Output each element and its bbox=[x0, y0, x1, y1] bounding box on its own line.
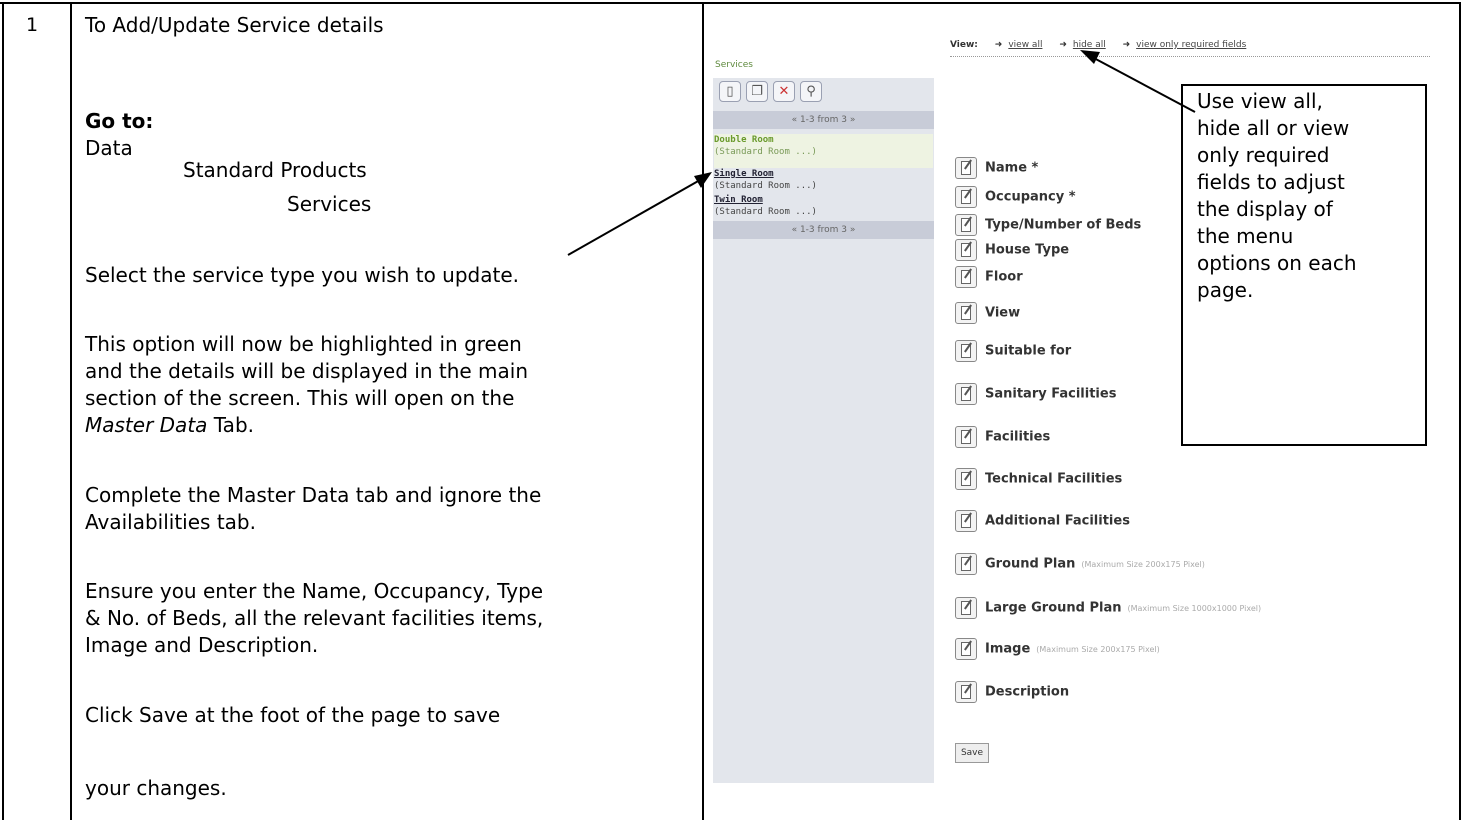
callout-text: Use view all, hide all or view only requ… bbox=[1197, 88, 1427, 304]
edit-icon[interactable] bbox=[955, 681, 977, 703]
tab-suffix: Tab. bbox=[207, 413, 254, 437]
field-name[interactable]: Name * bbox=[955, 157, 1038, 181]
arrow-right-icon: ➜ bbox=[1059, 40, 1067, 50]
copy-icon[interactable]: ❐ bbox=[746, 81, 768, 102]
path-level-1: Data bbox=[85, 136, 133, 160]
field-size-note: (Maximum Size 200x175 Pixel) bbox=[1036, 644, 1160, 654]
field-large-ground-plan[interactable]: Large Ground Plan (Maximum Size 1000x1000… bbox=[955, 597, 1261, 621]
edit-icon[interactable] bbox=[955, 214, 977, 236]
complete-line-1: Complete the Master Data tab and ignore … bbox=[85, 483, 542, 507]
path-level-3: Services bbox=[287, 192, 372, 216]
ensure-line-1: Ensure you enter the Name, Occupancy, Ty… bbox=[85, 579, 544, 603]
pager-top[interactable]: « 1-3 from 3 » bbox=[713, 111, 934, 129]
field-facilities[interactable]: Facilities bbox=[955, 426, 1050, 450]
edit-icon[interactable] bbox=[955, 186, 977, 208]
callout-line: only required bbox=[1197, 143, 1330, 167]
highlight-line-2: and the details will be displayed in the… bbox=[85, 359, 529, 383]
arrow-right-icon: ➜ bbox=[1122, 40, 1131, 50]
save-line-2: your changes. bbox=[85, 776, 227, 800]
search-icon[interactable]: ⚲ bbox=[800, 81, 822, 102]
ensure-line-2: & No. of Beds, all the relevant faciliti… bbox=[85, 606, 544, 630]
edit-icon[interactable] bbox=[955, 157, 977, 179]
field-ground-plan[interactable]: Ground Plan (Maximum Size 200x175 Pixel) bbox=[955, 553, 1205, 577]
highlight-line-3: section of the screen. This will open on… bbox=[85, 386, 515, 410]
services-sidebar: ▯ ❐ ✕ ⚲ « 1-3 from 3 » Double Room (Stan… bbox=[713, 78, 934, 783]
highlight-line-1: This option will now be highlighted in g… bbox=[85, 332, 522, 356]
step-number: 1 bbox=[26, 14, 39, 36]
room-category: (Standard Room ...) bbox=[714, 207, 817, 217]
view-required-link[interactable]: view only required fields bbox=[1136, 40, 1246, 50]
ensure-line-3: Image and Description. bbox=[85, 633, 319, 657]
table-right-border bbox=[1459, 2, 1461, 820]
field-sanitary-facilities[interactable]: Sanitary Facilities bbox=[955, 383, 1116, 407]
field-image[interactable]: Image (Maximum Size 200x175 Pixel) bbox=[955, 638, 1160, 662]
edit-icon[interactable] bbox=[955, 266, 977, 288]
edit-icon[interactable] bbox=[955, 340, 977, 362]
edit-icon[interactable] bbox=[955, 302, 977, 324]
arrow-right-icon: ➜ bbox=[994, 40, 1003, 50]
field-size-note: (Maximum Size 200x175 Pixel) bbox=[1081, 559, 1205, 569]
sidebar-title: Services bbox=[715, 60, 753, 70]
save-line-1: Click Save at the foot of the page to sa… bbox=[85, 703, 501, 727]
field-technical-facilities[interactable]: Technical Facilities bbox=[955, 468, 1122, 492]
view-label: View: bbox=[950, 40, 978, 50]
field-house-type[interactable]: House Type bbox=[955, 239, 1069, 263]
room-category: (Standard Room ...) bbox=[714, 181, 817, 191]
view-all-link[interactable]: view all bbox=[1008, 40, 1042, 50]
edit-icon[interactable] bbox=[955, 553, 977, 575]
callout-line: hide all or view bbox=[1197, 116, 1350, 140]
field-floor[interactable]: Floor bbox=[955, 266, 1023, 290]
field-size-note: (Maximum Size 1000x1000 Pixel) bbox=[1127, 603, 1262, 613]
path-level-2: Standard Products bbox=[183, 158, 367, 182]
callout-line: the display of bbox=[1197, 197, 1333, 221]
edit-icon[interactable] bbox=[955, 383, 977, 405]
tab-name-master-data: Master Data bbox=[85, 413, 208, 437]
callout-line: options on each bbox=[1197, 251, 1357, 275]
new-icon[interactable]: ▯ bbox=[719, 81, 741, 102]
edit-icon[interactable] bbox=[955, 239, 977, 261]
room-name: Double Room bbox=[714, 135, 774, 145]
pager-bottom[interactable]: « 1-3 from 3 » bbox=[713, 221, 934, 239]
instruction-title: To Add/Update Service details bbox=[85, 13, 384, 37]
callout-line: Use view all, bbox=[1197, 89, 1323, 113]
select-instruction: Select the service type you wish to upda… bbox=[85, 263, 520, 287]
save-button[interactable]: Save bbox=[955, 743, 989, 763]
field-type-number-of-beds[interactable]: Type/Number of Beds bbox=[955, 214, 1141, 238]
callout-line: fields to adjust bbox=[1197, 170, 1345, 194]
content-column-divider bbox=[702, 2, 704, 820]
number-column-divider bbox=[70, 2, 72, 820]
field-occupancy[interactable]: Occupancy * bbox=[955, 186, 1076, 210]
callout-line: page. bbox=[1197, 278, 1254, 302]
room-name: Single Room bbox=[714, 169, 774, 179]
table-top-border bbox=[0, 2, 1461, 4]
field-description[interactable]: Description bbox=[955, 681, 1069, 705]
table-left-border bbox=[2, 2, 4, 820]
room-category: (Standard Room ...) bbox=[714, 147, 817, 157]
delete-icon[interactable]: ✕ bbox=[773, 81, 795, 102]
edit-icon[interactable] bbox=[955, 426, 977, 448]
hide-all-link[interactable]: hide all bbox=[1073, 40, 1106, 50]
view-bar: View: ➜ view all ➜ hide all ➜ view only req… bbox=[950, 40, 1430, 57]
field-view[interactable]: View bbox=[955, 302, 1020, 326]
callout-line: the menu bbox=[1197, 224, 1294, 248]
edit-icon[interactable] bbox=[955, 510, 977, 532]
list-item[interactable]: Double Room (Standard Room ...) bbox=[714, 134, 933, 168]
complete-line-2: Availabilities tab. bbox=[85, 510, 256, 534]
room-name: Twin Room bbox=[714, 195, 763, 205]
edit-icon[interactable] bbox=[955, 638, 977, 660]
highlight-line-4: Master Data Tab. bbox=[85, 412, 254, 439]
field-additional-facilities[interactable]: Additional Facilities bbox=[955, 510, 1130, 534]
edit-icon[interactable] bbox=[955, 468, 977, 490]
edit-icon[interactable] bbox=[955, 597, 977, 619]
field-suitable-for[interactable]: Suitable for bbox=[955, 340, 1071, 364]
goto-label: Go to: bbox=[85, 109, 154, 133]
